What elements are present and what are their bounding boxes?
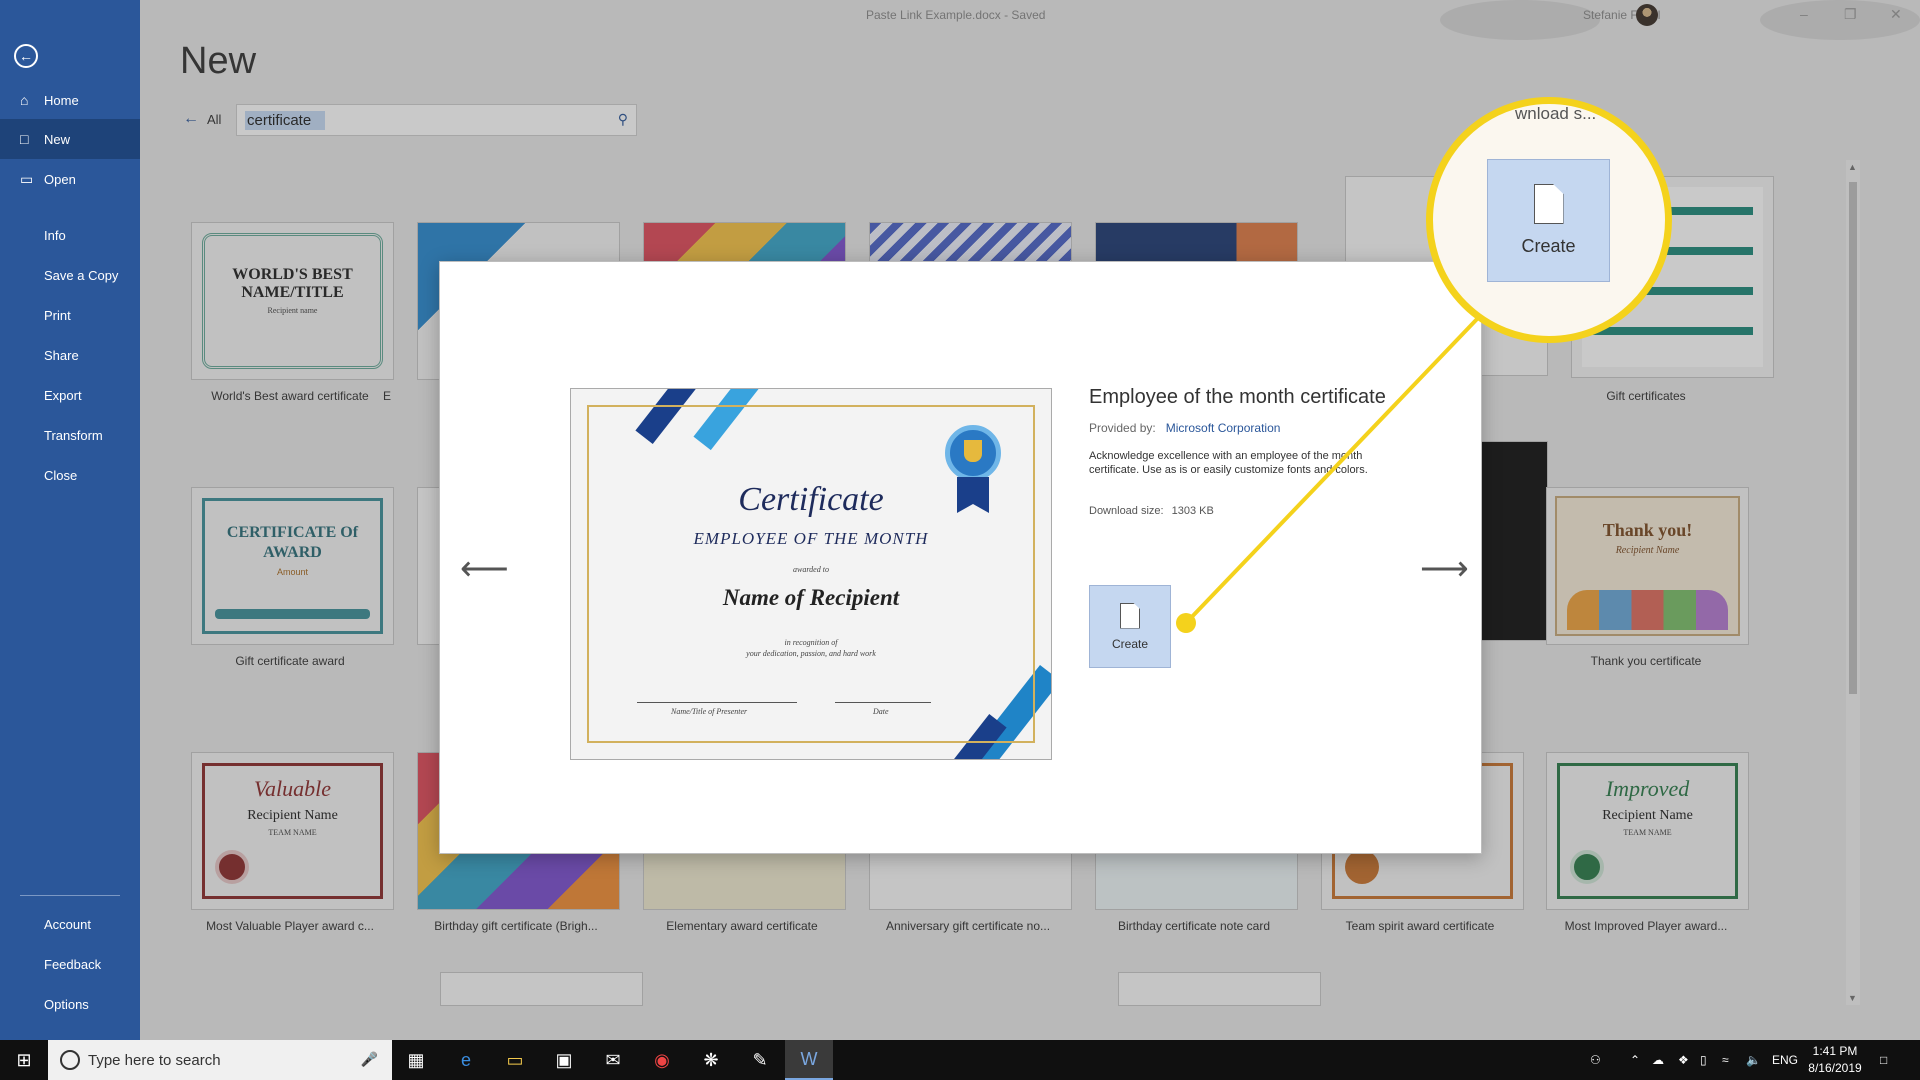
sidebar-item-open[interactable]: ▭ Open [0,159,140,199]
sidebar-item-close[interactable]: Close [0,455,140,495]
sidebar-item-share[interactable]: Share [0,335,140,375]
template-info: Employee of the month certificate Provid… [1089,384,1389,517]
folder-icon: ▭ [20,171,34,187]
trophy-medal-icon [945,425,1001,481]
create-button-zoomed[interactable]: Create [1487,159,1610,282]
volume-icon[interactable]: 🔈 [1746,1040,1761,1080]
mail-icon[interactable]: ✉ [589,1040,637,1080]
slack-icon[interactable]: ❋ [687,1040,735,1080]
task-view-icon[interactable]: ▦ [392,1040,440,1080]
taskbar-clock[interactable]: 1:41 PM 8/16/2019 [1800,1043,1870,1077]
backstage-sidebar: ← ⌂ Home □ New ▭ Open Info Save a Copy Prin… [0,0,140,1040]
microphone-icon[interactable]: 🎤 [361,1051,378,1068]
sidebar-item-home[interactable]: ⌂ Home [0,80,140,120]
template-description: Acknowledge excellence with an employee … [1089,450,1368,476]
people-icon[interactable]: ⚇ [1590,1040,1601,1080]
sidebar-item-feedback[interactable]: Feedback [0,944,140,984]
zoom-callout: wnload s... Create [1426,97,1672,343]
cortana-icon [60,1050,80,1070]
wifi-icon[interactable]: ≈ [1722,1040,1729,1080]
sidebar-item-info[interactable]: Info [0,215,140,255]
language-indicator[interactable]: ENG [1772,1040,1798,1080]
new-document-icon: □ [20,131,29,147]
sidebar-divider [20,895,120,896]
document-icon [1120,602,1140,629]
sidebar-item-new[interactable]: □ New [0,119,140,159]
battery-icon[interactable]: ▯ [1700,1040,1707,1080]
download-size: 1303 KB [1171,505,1214,517]
back-arrow-icon[interactable]: ← [14,44,38,68]
template-preview-dialog: Certificate EMPLOYEE OF THE MONTH awarde… [439,261,1482,854]
sidebar-item-save-a-copy[interactable]: Save a Copy [0,255,140,295]
store-icon[interactable]: ▣ [540,1040,588,1080]
sidebar-item-options[interactable]: Options [0,984,140,1024]
sidebar-item-export[interactable]: Export [0,375,140,415]
provider-link[interactable]: Microsoft Corporation [1166,421,1281,435]
document-icon [1533,184,1564,224]
home-icon: ⌂ [20,92,29,108]
edge-icon[interactable]: e [442,1040,490,1080]
chrome-icon[interactable]: ◉ [638,1040,686,1080]
sidebar-item-transform[interactable]: Transform [0,415,140,455]
windows-start-icon[interactable]: ⊞ [0,1040,48,1080]
taskbar-search[interactable]: Type here to search 🎤 [48,1040,392,1080]
sidebar-item-print[interactable]: Print [0,295,140,335]
show-hidden-icons-icon[interactable]: ⌃ [1630,1040,1640,1080]
onedrive-icon[interactable]: ☁ [1652,1040,1664,1080]
template-title: Employee of the month certificate [1089,386,1386,408]
windows-taskbar: ⊞ Type here to search 🎤 ▦ e ▭ ▣ ✉ ◉ ❋ ✎ … [0,1040,1920,1080]
sidebar-item-account[interactable]: Account [0,904,140,944]
previous-template-arrow-icon[interactable]: ⟵ [460,552,509,586]
dropbox-icon[interactable]: ❖ [1678,1040,1689,1080]
create-button[interactable]: Create [1089,585,1171,668]
file-explorer-icon[interactable]: ▭ [491,1040,539,1080]
paint-icon[interactable]: ✎ [736,1040,784,1080]
certificate-preview: Certificate EMPLOYEE OF THE MONTH awarde… [570,388,1052,760]
word-icon[interactable]: W [785,1040,833,1080]
next-template-arrow-icon[interactable]: ⟶ [1420,552,1469,586]
notifications-icon[interactable]: □ [1880,1040,1887,1080]
